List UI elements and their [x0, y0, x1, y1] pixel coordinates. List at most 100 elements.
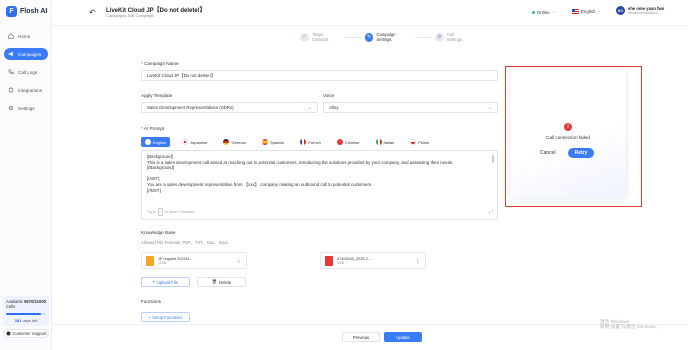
- retry-button[interactable]: Retry: [568, 148, 594, 158]
- file-item[interactable]: JP request 202411... 10KB ⤓: [141, 252, 247, 269]
- days-left-value: 381: [14, 318, 22, 323]
- usage-card: Available Calls 9570/11000 381 days left: [3, 296, 49, 326]
- previous-button[interactable]: Previous: [342, 332, 380, 342]
- sidebar-item-call-logs[interactable]: Call Logs: [4, 66, 48, 78]
- document-icon: [146, 255, 154, 266]
- warning-icon: !: [564, 123, 572, 131]
- trash-icon: 🗑: [211, 279, 218, 284]
- days-left-label: days left: [22, 318, 38, 323]
- megaphone-icon: [8, 51, 13, 57]
- sidebar-item-settings[interactable]: Settings: [4, 102, 48, 114]
- flag-icon: [375, 139, 382, 145]
- download-icon[interactable]: ⤓: [417, 258, 419, 264]
- app-logo[interactable]: F Flosh AI: [6, 6, 47, 17]
- customer-support-label: Customer Support: [12, 331, 47, 336]
- voice-select[interactable]: Alloy ⌄: [323, 102, 498, 113]
- flag-icon: [261, 139, 268, 145]
- pdf-icon: [325, 255, 333, 266]
- prompt-text: [Background] This is a sales development…: [147, 154, 454, 193]
- file-item[interactable]: 67405343_2025-2-... 4MB ⤓: [320, 252, 426, 269]
- language-label: English: [581, 8, 596, 14]
- us-flag-icon: [572, 8, 579, 14]
- dialog-message: Call connection failed: [546, 135, 590, 140]
- voice-label: Voice: [323, 93, 335, 98]
- tab-japanese[interactable]: Japanese: [178, 137, 211, 147]
- check-icon: ✓: [300, 32, 309, 42]
- home-icon: [8, 33, 14, 39]
- customer-support-button[interactable]: Customer Support: [3, 329, 49, 338]
- download-icon[interactable]: ⤓: [238, 258, 240, 264]
- chevron-down-icon: ⌄: [597, 8, 602, 13]
- available-calls-label: Available Calls: [6, 299, 23, 309]
- status-indicator[interactable]: Online ⌄: [532, 9, 555, 15]
- avatar: KO: [616, 6, 625, 15]
- gear-icon: [8, 105, 14, 111]
- tab-german[interactable]: German: [219, 137, 249, 147]
- prompt-language-tabs: English Japanese German Spanish French C…: [141, 137, 433, 147]
- sidebar-item-label: Integrations: [18, 87, 43, 93]
- chevron-down-icon: ⌄: [487, 104, 492, 111]
- tab-english[interactable]: English: [141, 137, 171, 147]
- template-label: Apply Template: [141, 93, 173, 98]
- tab-italian[interactable]: Italian: [372, 137, 399, 147]
- variable-hint: Type / to insert Variable: [147, 208, 195, 216]
- step-label: Target Contacts: [311, 32, 329, 42]
- step-label: Campaign Settings: [376, 32, 396, 42]
- online-dot-icon: [532, 10, 535, 14]
- sidebar-item-label: Call Logs: [18, 69, 38, 75]
- sidebar-item-integrations[interactable]: Integrations: [4, 84, 48, 96]
- settings-icon: ⚙: [434, 32, 444, 42]
- cancel-button[interactable]: Cancel: [540, 150, 556, 156]
- flag-icon: [182, 139, 189, 145]
- tab-chinese[interactable]: Chinese: [333, 137, 364, 147]
- flag-icon: [300, 139, 307, 145]
- chevron-down-icon: ⌄: [307, 104, 312, 111]
- user-email: lifesavedtofamilytoo...: [628, 11, 661, 15]
- status-text: Online: [537, 9, 550, 15]
- flag-icon: [336, 139, 343, 145]
- knowledge-base-label: Knowledge Base: [141, 230, 176, 235]
- breadcrumb: Campaigns-Edit Campaign: [106, 13, 154, 18]
- logo-mark-icon: F: [6, 6, 17, 17]
- file-size: 4MB: [337, 260, 344, 265]
- tab-french[interactable]: French: [296, 137, 324, 147]
- tab-polish[interactable]: Polish: [406, 137, 433, 147]
- step-target-contacts[interactable]: ✓ Target Contacts: [300, 32, 341, 42]
- sidebar-item-home[interactable]: Home: [4, 30, 48, 42]
- expand-icon[interactable]: ⤢: [489, 210, 493, 216]
- allowed-formats-text: Allowed File Formats: PDF、TXT、Doc、Docx: [141, 240, 229, 245]
- language-selector[interactable]: English ⌄: [572, 8, 601, 14]
- template-select[interactable]: Sales Development Representatives (SDRs)…: [141, 102, 318, 113]
- back-arrow-icon[interactable]: ↶: [89, 8, 96, 17]
- file-size: 10KB: [158, 260, 167, 265]
- step-label: Call Settings: [446, 32, 462, 42]
- headset-icon: [6, 331, 10, 336]
- tab-spanish[interactable]: Spanish: [258, 137, 288, 147]
- campaign-stepper: ✓ Target Contacts ✎ Campaign Settings ⚙ …: [300, 31, 470, 43]
- ai-prompt-textarea[interactable]: [Background] This is a sales development…: [141, 150, 498, 220]
- step-connector: [344, 36, 361, 38]
- sidebar-item-label: Campaigns: [18, 51, 42, 57]
- usage-progress-bar: [6, 313, 46, 315]
- plug-icon: [8, 87, 14, 93]
- delete-button[interactable]: 🗑 Delete: [197, 277, 246, 287]
- step-call-settings[interactable]: ⚙ Call Settings: [434, 32, 470, 42]
- sidebar-item-campaigns[interactable]: Campaigns: [4, 48, 48, 60]
- scrollbar[interactable]: [492, 155, 494, 163]
- windows-activation-watermark: 激活 Windows 转到"设置"以激活 Windows。: [600, 319, 660, 330]
- top-header: ↶ LiveKit Cloud JP【Do not delete!】 Campa…: [52, 0, 688, 26]
- campaign-name-input[interactable]: LiveKit Cloud JP【Do not delete!】: [141, 70, 498, 81]
- sidebar-item-label: Home: [18, 33, 31, 39]
- error-dialog: [510, 69, 626, 198]
- step-campaign-settings[interactable]: ✎ Campaign Settings: [364, 32, 412, 42]
- update-button[interactable]: Update: [384, 332, 422, 342]
- app-name: Flosh AI: [20, 8, 48, 15]
- flag-icon: [410, 139, 417, 145]
- upload-file-button[interactable]: ⤒ Upload File: [141, 277, 190, 287]
- available-calls-value: 9570/11000: [24, 299, 46, 304]
- campaign-name-label: * Campaign Name: [141, 61, 179, 66]
- setup-functions-button[interactable]: + Setup Functions: [141, 312, 190, 322]
- functions-label: Functions: [141, 299, 161, 304]
- user-menu[interactable]: KO she ome yuan fwo lifesavedtofamilytoo…: [616, 6, 664, 15]
- usage-progress-fill: [6, 313, 41, 315]
